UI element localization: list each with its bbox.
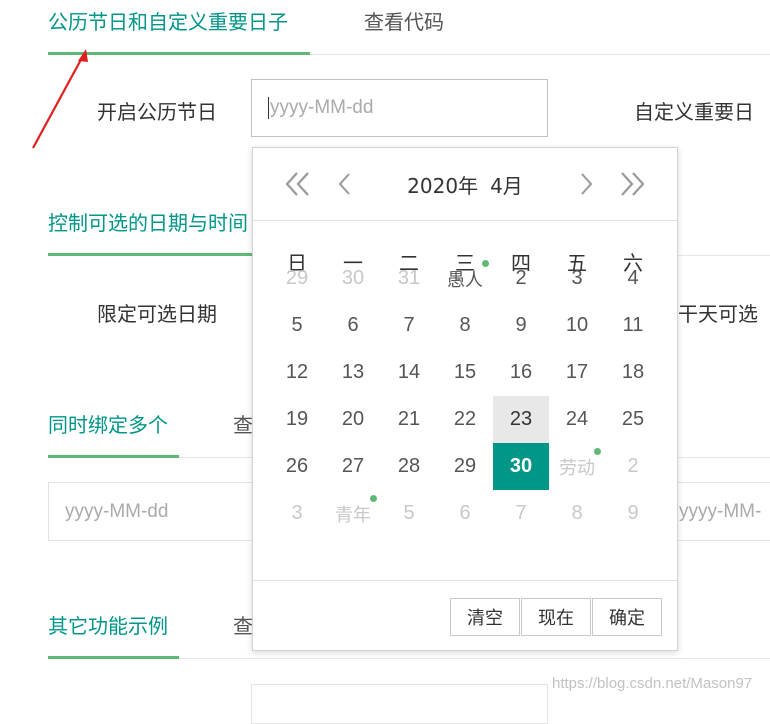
calendar-day[interactable]: 17 — [549, 349, 605, 396]
multi-left-placeholder: yyyy-MM-dd — [65, 500, 169, 522]
next-year-button[interactable] — [615, 166, 649, 202]
calendar-day[interactable]: 2 — [605, 443, 661, 490]
clear-button[interactable]: 清空 — [450, 598, 520, 636]
calendar-day[interactable]: 3 — [269, 490, 325, 537]
calendar-day[interactable]: 14 — [381, 349, 437, 396]
calendar-day[interactable]: 2 — [493, 255, 549, 302]
calendar-day-selected[interactable]: 30 — [493, 443, 549, 490]
tab-other-demo[interactable]: 其它功能示例 — [48, 614, 168, 638]
chevron-right-icon — [581, 173, 593, 195]
tab-multi-code[interactable]: 查 — [233, 413, 253, 437]
calendar-day[interactable]: 8 — [549, 490, 605, 537]
calendar-day[interactable]: 3 — [549, 255, 605, 302]
calendar-day[interactable]: 29 — [269, 255, 325, 302]
date-picker-popup: 2020年 4月 日一二三四五六 29 30 31 愚人 2 3 4 5 6 7 8 9 10 11 12 13… — [252, 147, 678, 651]
tab-underline — [48, 455, 179, 458]
calendar-day[interactable]: 22 — [437, 396, 493, 443]
holiday-date-placeholder: yyyy-MM-dd — [270, 97, 374, 118]
calendar-day[interactable]: 12 — [269, 349, 325, 396]
date-picker-title: 2020年 4月 — [253, 170, 677, 199]
calendar-day[interactable]: 28 — [381, 443, 437, 490]
tab-underline — [48, 253, 258, 256]
tab-holiday-demo[interactable]: 公历节日和自定义重要日子 — [48, 10, 288, 34]
year-selector[interactable]: 2020年 — [407, 174, 478, 198]
calendar-day[interactable]: 11 — [605, 302, 661, 349]
tab-multi-demo[interactable]: 同时绑定多个 — [48, 413, 168, 437]
calendar-day[interactable]: 8 — [437, 302, 493, 349]
calendar-day[interactable]: 10 — [549, 302, 605, 349]
calendar-day-today[interactable]: 23 — [493, 396, 549, 443]
double-chevron-right-icon — [621, 172, 645, 196]
calendar-day[interactable]: 6 — [325, 302, 381, 349]
calendar-day[interactable]: 6 — [437, 490, 493, 537]
holiday-date-input[interactable]: yyyy-MM-dd — [251, 79, 548, 137]
next-month-button[interactable] — [569, 166, 603, 202]
calendar-day[interactable]: 5 — [269, 302, 325, 349]
limit-date-label: 限定可选日期 — [97, 302, 217, 326]
multi-date-input-left[interactable]: yyyy-MM-dd — [48, 482, 263, 541]
other-date-input[interactable] — [251, 684, 548, 724]
calendar-day[interactable]: 21 — [381, 396, 437, 443]
calendar-day[interactable]: 18 — [605, 349, 661, 396]
calendar-day[interactable]: 9 — [493, 302, 549, 349]
text-caret — [268, 97, 269, 119]
calendar-day[interactable]: 29 — [437, 443, 493, 490]
calendar-day[interactable]: 31 — [381, 255, 437, 302]
holiday-label: 开启公历节日 — [97, 100, 217, 124]
important-day-dot-icon — [594, 448, 601, 455]
confirm-button[interactable]: 确定 — [592, 598, 662, 636]
custom-important-label: 自定义重要日 — [634, 100, 754, 124]
calendar-day[interactable]: 7 — [381, 302, 437, 349]
calendar-day[interactable]: 9 — [605, 490, 661, 537]
date-picker-header: 2020年 4月 — [253, 148, 677, 221]
watermark: https://blog.csdn.net/Mason97 — [552, 675, 753, 692]
multi-date-input-right[interactable]: yyyy-MM- — [662, 482, 770, 541]
now-button[interactable]: 现在 — [521, 598, 591, 636]
calendar-day[interactable]: 16 — [493, 349, 549, 396]
important-day-dot-icon — [482, 260, 489, 267]
calendar-day[interactable]: 26 — [269, 443, 325, 490]
multi-right-placeholder: yyyy-MM- — [679, 500, 762, 522]
calendar-day[interactable]: 13 — [325, 349, 381, 396]
calendar-day[interactable]: 4 — [605, 255, 661, 302]
range-right-label: 干天可选 — [678, 302, 758, 326]
date-picker-footer: 清空 现在 确定 — [253, 580, 677, 651]
important-day-dot-icon — [370, 495, 377, 502]
calendar-day[interactable]: 27 — [325, 443, 381, 490]
calendar-day[interactable]: 15 — [437, 349, 493, 396]
calendar-day[interactable]: 30 — [325, 255, 381, 302]
calendar-day[interactable]: 20 — [325, 396, 381, 443]
tab-underline — [48, 656, 179, 659]
tab-other-code[interactable]: 查 — [233, 614, 253, 638]
calendar-day[interactable]: 5 — [381, 490, 437, 537]
annotation-arrow-icon — [32, 49, 88, 149]
calendar-day[interactable]: 19 — [269, 396, 325, 443]
tab-range-demo[interactable]: 控制可选的日期与时间 — [48, 211, 248, 235]
tab-holiday-code[interactable]: 查看代码 — [364, 10, 444, 34]
calendar-day[interactable]: 24 — [549, 396, 605, 443]
calendar-day[interactable]: 7 — [493, 490, 549, 537]
calendar-day[interactable]: 25 — [605, 396, 661, 443]
month-selector[interactable]: 4月 — [490, 174, 523, 198]
